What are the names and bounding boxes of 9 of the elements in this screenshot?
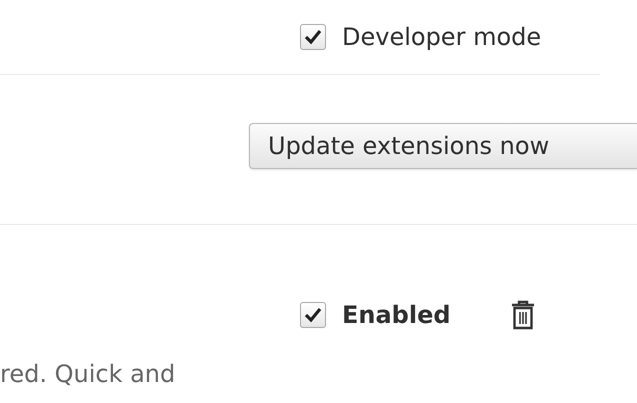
update-extensions-button[interactable]: Update extensions now [249,122,637,168]
checkmark-icon [304,29,322,45]
developer-mode-label: Developer mode [342,23,542,51]
checkmark-icon [304,307,322,323]
extension-description: red. Quick and [0,360,176,388]
checkbox[interactable] [300,302,326,328]
enabled-label: Enabled [342,301,451,329]
trash-icon[interactable] [510,300,535,330]
checkbox[interactable] [300,24,326,50]
